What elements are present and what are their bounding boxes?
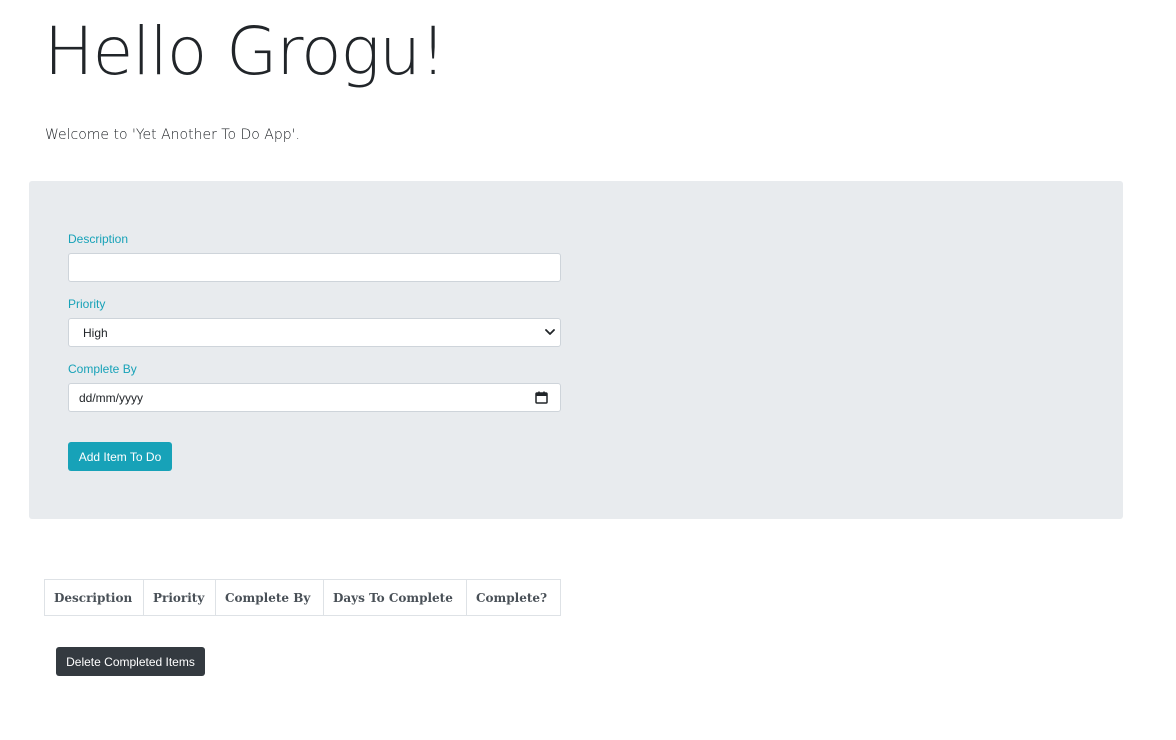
- add-item-form: Description Priority High Complete By dd…: [29, 181, 1123, 519]
- complete-by-label: Complete By: [68, 362, 137, 376]
- column-header-complete-by: Complete By: [215, 579, 324, 616]
- table-header-row: Description Priority Complete By Days To…: [44, 579, 561, 616]
- priority-select[interactable]: High: [68, 318, 561, 347]
- delete-completed-button[interactable]: Delete Completed Items: [56, 647, 205, 676]
- add-item-button[interactable]: Add Item To Do: [68, 442, 172, 471]
- priority-selected-value: High: [83, 325, 108, 340]
- calendar-icon[interactable]: [535, 391, 548, 404]
- description-input[interactable]: [68, 253, 561, 282]
- todo-page: Hello Grogu! Welcome to 'Yet Another To …: [0, 0, 1176, 740]
- chevron-down-icon: [545, 329, 555, 335]
- description-label: Description: [68, 232, 129, 246]
- priority-label: Priority: [68, 297, 106, 311]
- page-title: Hello Grogu!: [44, 13, 446, 90]
- complete-by-date-input[interactable]: dd/mm/yyyy: [68, 383, 561, 412]
- column-header-priority: Priority: [143, 579, 216, 616]
- todo-table: Description Priority Complete By Days To…: [44, 579, 561, 616]
- column-header-complete: Complete?: [466, 579, 561, 616]
- todo-table-header: Description Priority Complete By Days To…: [44, 579, 561, 616]
- welcome-message: Welcome to 'Yet Another To Do App'.: [45, 127, 300, 143]
- complete-by-date-value: dd/mm/yyyy: [79, 390, 144, 405]
- column-header-description: Description: [44, 579, 144, 616]
- column-header-days-to-complete: Days To Complete: [323, 579, 467, 616]
